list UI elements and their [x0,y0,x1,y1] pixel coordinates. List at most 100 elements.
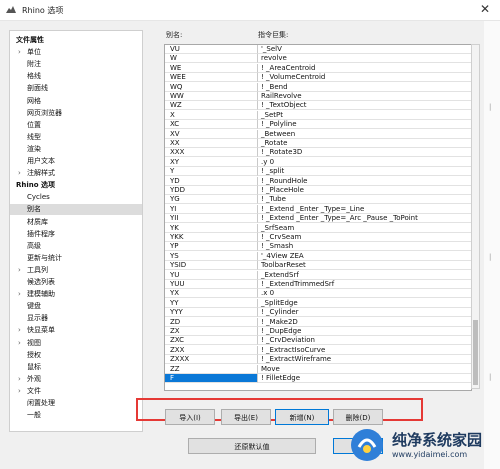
new-button[interactable]: 新增(N) [275,409,329,425]
table-row[interactable]: WZ! _TextObject [165,101,471,111]
chevron-right-icon[interactable]: › [18,265,21,276]
alias-cell[interactable]: ZD [165,317,258,327]
nav-item[interactable]: 显示器 [10,313,142,324]
nav-item[interactable]: 网页浏览器 [10,108,142,119]
table-row[interactable]: X _SetPt [165,110,471,120]
table-row[interactable]: YKK! _CrvSeam [165,233,471,242]
alias-cell[interactable]: YU [165,270,258,280]
export-button[interactable]: 导出(E) [221,409,271,425]
macro-cell[interactable]: Move [258,365,471,374]
macro-cell[interactable]: ! _RoundHole [258,177,471,186]
table-row[interactable]: YP! _Smash [165,242,471,252]
alias-cell[interactable]: YI [165,204,258,214]
alias-cell[interactable]: WE [165,63,258,73]
nav-item[interactable]: 渲染 [10,144,142,155]
macro-cell[interactable]: .x 0 [258,289,471,299]
alias-cell[interactable]: YP [165,242,258,252]
alias-cell[interactable]: YG [165,195,258,205]
macro-cell[interactable]: ! _TextObject [258,101,471,111]
macro-cell[interactable]: ! _split [258,167,471,177]
macro-cell[interactable]: ! FilletEdge [258,374,471,383]
alias-cell[interactable]: WW [165,92,258,101]
table-row[interactable]: YX .x 0 [165,289,471,299]
close-icon[interactable]: ✕ [480,2,490,16]
chevron-right-icon[interactable]: › [18,47,21,58]
macro-cell[interactable]: _SplitEdge [258,299,471,308]
alias-cell[interactable]: YS [165,251,258,261]
alias-cell[interactable]: YD [165,176,258,186]
table-row[interactable]: XXX! _Rotate3D [165,148,471,158]
macro-cell[interactable]: _ExtendSrf [258,271,471,280]
table-row[interactable]: YSID ToolbarReset [165,261,471,271]
alias-cell[interactable]: X [165,110,258,120]
nav-item[interactable]: 用户文本 [10,156,142,167]
macro-cell[interactable]: ! _Rotate3D [258,148,471,158]
macro-cell[interactable]: _SrfSeam [258,224,471,233]
table-row[interactable]: Y! _split [165,167,471,177]
nav-item[interactable]: › 建模辅助 [10,289,142,300]
alias-cell[interactable]: YX [165,289,258,299]
table-row[interactable]: F! FilletEdge [165,374,471,383]
nav-item[interactable]: 候选列表 [10,277,142,288]
nav-item[interactable]: 位置 [10,120,142,131]
alias-cell[interactable]: ZXX [165,345,258,355]
nav-item[interactable]: 格线 [10,71,142,82]
table-row[interactable]: YS '_4View ZEA [165,251,471,261]
chevron-right-icon[interactable]: › [18,386,21,397]
alias-cell[interactable]: YY [165,298,258,308]
nav-item[interactable]: 插件程序 [10,229,142,240]
table-row[interactable]: WW RailRevolve [165,92,471,101]
table-row[interactable]: YI! _Extend _Enter _Type=_Line [165,204,471,214]
alias-cell[interactable]: WQ [165,82,258,92]
chevron-right-icon[interactable]: › [18,374,21,385]
macro-cell[interactable]: ! _ExtendTrimmedSrf [258,280,471,289]
table-row[interactable]: XX _Rotate [165,139,471,148]
nav-item[interactable]: 线型 [10,132,142,143]
nav-item[interactable]: 键盘 [10,301,142,312]
chevron-right-icon[interactable]: › [18,325,21,336]
table-row[interactable]: ZXXX! _ExtractWireframe [165,355,471,365]
alias-cell[interactable]: YSID [165,261,258,271]
nav-item[interactable]: Rhino 选项 [10,180,142,191]
options-tree[interactable]: 文件属性 › 单位 附注 格线 剖面线 网格 网页浏览器 位置 线型 渲染 用户文本 › 注解样式 Rhin… [9,30,143,432]
alias-cell[interactable]: YKK [165,233,258,242]
alias-cell[interactable]: YK [165,223,258,233]
table-row[interactable]: YU _ExtendSrf [165,270,471,280]
table-row[interactable]: YG! _Tube [165,195,471,205]
table-row[interactable]: YDD! _PlaceHole [165,186,471,195]
macro-cell[interactable]: RailRevolve [258,92,471,101]
alias-cell[interactable]: W [165,54,258,64]
table-row[interactable]: YY _SplitEdge [165,298,471,308]
table-row[interactable]: ZZ Move [165,364,471,374]
alias-cell[interactable]: XX [165,139,258,148]
table-row[interactable]: Wrevolve [165,54,471,64]
table-row[interactable]: XY .y 0 [165,157,471,167]
nav-item[interactable]: 授权 [10,350,142,361]
table-row[interactable]: YUU! _ExtendTrimmedSrf [165,280,471,289]
nav-item[interactable]: › 外观 [10,374,142,385]
macro-cell[interactable]: ! _PlaceHole [258,186,471,195]
macro-cell[interactable]: ! _ExtractIsoCurve [258,346,471,355]
macro-cell[interactable]: ! _CrvSeam [258,233,471,242]
table-row[interactable]: YK _SrfSeam [165,223,471,233]
nav-item[interactable]: › 文件 [10,386,142,397]
alias-cell[interactable]: XC [165,120,258,130]
nav-item[interactable]: 文件属性 [10,35,142,46]
nav-item[interactable]: 材质库 [10,217,142,228]
table-row[interactable]: ZXC! _CrvDeviation [165,336,471,346]
nav-item[interactable]: 一般 [10,410,142,421]
macro-cell[interactable]: ! _Extend _Enter _Type=_Arc _Pause _ToPo… [258,214,471,224]
table-row[interactable]: YII! _Extend _Enter _Type=_Arc _Pause _T… [165,214,471,224]
alias-cell[interactable]: WZ [165,101,258,111]
macro-cell[interactable]: ! _VolumeCentroid [258,73,471,83]
alias-cell[interactable]: F [165,374,258,383]
nav-item[interactable]: 更新与统计 [10,253,142,264]
macro-cell[interactable]: ! _Make2D [258,318,471,327]
nav-item[interactable]: › 视图 [10,338,142,349]
nav-item[interactable]: 鼠标 [10,362,142,373]
macro-cell[interactable]: '_SelV [258,45,471,54]
alias-cell[interactable]: WEE [165,73,258,83]
macro-cell[interactable]: ToolbarReset [258,261,471,271]
alias-cell[interactable]: XV [165,129,258,139]
nav-item[interactable]: 闲置处理 [10,398,142,409]
